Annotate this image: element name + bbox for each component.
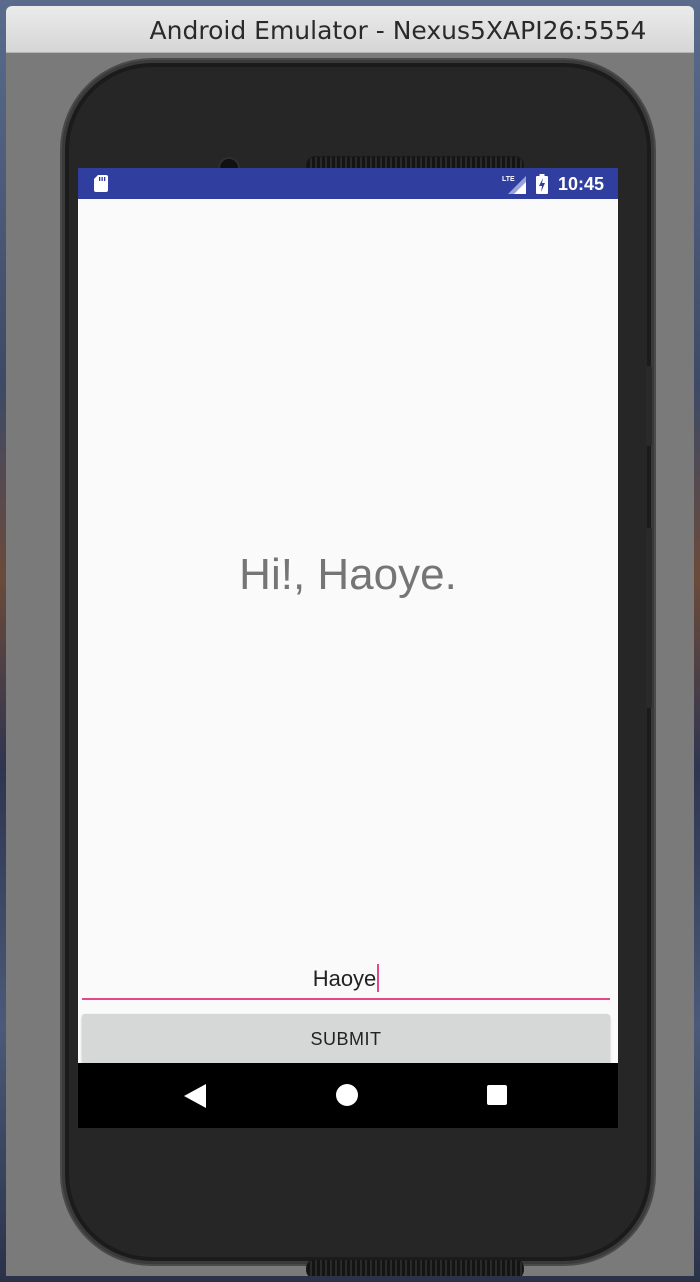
name-input[interactable]: Haoye <box>82 958 610 1000</box>
navigation-bar <box>78 1063 618 1128</box>
status-bar: LTE 10:45 <box>78 168 618 199</box>
submit-button[interactable]: SUBMIT <box>82 1014 610 1064</box>
lte-signal-icon: LTE <box>502 176 526 194</box>
recents-square-icon[interactable] <box>487 1085 507 1105</box>
window-titlebar[interactable]: Android Emulator - Nexus5XAPI26:5554 <box>6 6 694 53</box>
device-screen: LTE 10:45 Hi!, Haoye. Haoye SUBMIT <box>78 168 618 1128</box>
window-title: Android Emulator - Nexus5XAPI26:5554 <box>149 16 647 45</box>
home-circle-icon[interactable] <box>336 1084 358 1106</box>
name-input-value: Haoye <box>312 966 377 991</box>
volume-button[interactable] <box>646 528 652 708</box>
back-triangle-icon[interactable] <box>184 1084 206 1108</box>
greeting-text: Hi!, Haoye. <box>239 550 457 599</box>
status-clock: 10:45 <box>558 174 605 194</box>
battery-charging-icon <box>536 174 548 194</box>
name-input-field[interactable]: Haoye <box>82 964 610 992</box>
text-caret <box>377 964 380 992</box>
power-button[interactable] <box>646 366 652 446</box>
sd-card-icon <box>94 175 108 192</box>
bottom-speaker-grille <box>306 1259 524 1276</box>
lte-label: LTE <box>502 176 515 183</box>
